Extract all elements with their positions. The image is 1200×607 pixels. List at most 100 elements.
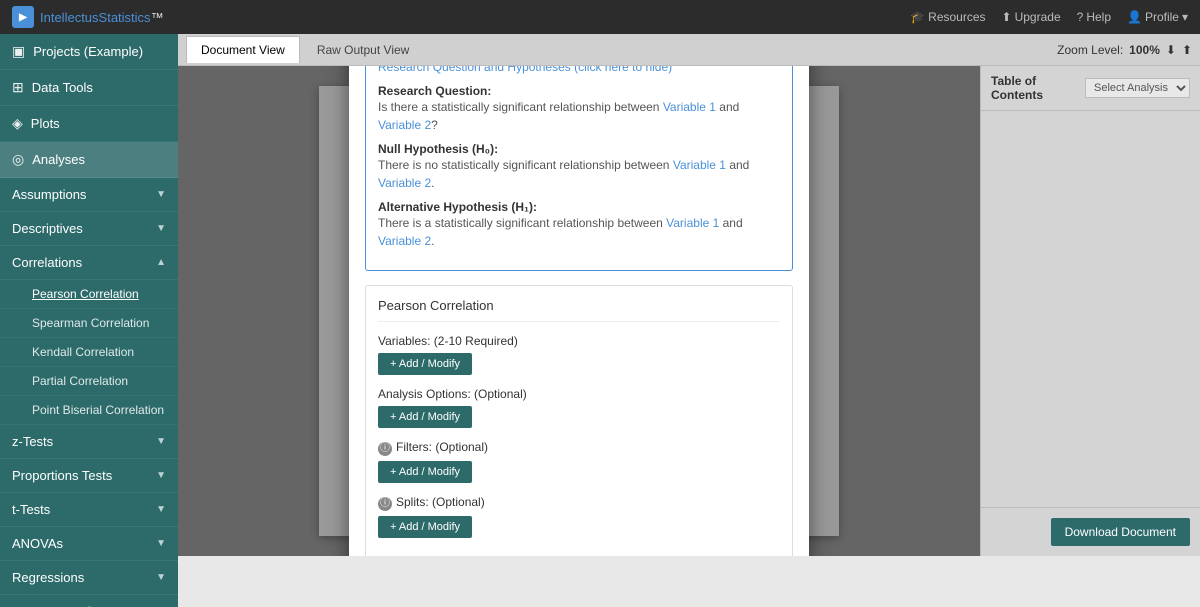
anovas-chevron: ▼ [156,538,166,549]
rq-toggle[interactable]: Research Question and Hypotheses (click … [378,66,780,74]
assumptions-chevron: ▼ [156,189,166,200]
sidebar-item-projects[interactable]: ▣ Projects (Example) [0,34,178,70]
modal-overlay: Pearson Correlation × Research Question … [178,66,980,556]
sidebar-item-nonparametrics[interactable]: Nonparametrics ▼ [0,595,178,607]
sidebar-item-plots-label: Plots [31,116,60,131]
right-panel: Table of Contents Select Analysis Downlo… [980,66,1200,556]
zoom-value: 100% [1129,43,1160,57]
topbar-right: 🎓 Resources ⬆ Upgrade ? Help 👤 Profile ▾ [910,10,1188,24]
sidebar-item-proportions-tests[interactable]: Proportions Tests ▼ [0,459,178,493]
correlations-label: Correlations [12,255,82,270]
correlations-chevron: ▲ [156,257,166,268]
variables-label: Variables: (2-10 Required) [378,334,780,348]
t-tests-chevron: ▼ [156,504,166,515]
table-of-contents-title: Table of Contents [991,74,1085,102]
descriptives-chevron: ▼ [156,223,166,234]
pearson-section-title: Pearson Correlation [378,298,780,322]
app-logo: ▶ IntellectusStatistics™ [12,6,164,28]
descriptives-label: Descriptives [12,221,83,236]
kendall-label: Kendall Correlation [32,345,134,359]
null-hypothesis-label: Null Hypothesis (H₀): [378,142,780,156]
proportions-tests-label: Proportions Tests [12,468,112,483]
sidebar-item-descriptives[interactable]: Descriptives ▼ [0,212,178,246]
sidebar-item-analyses[interactable]: ◎ Analyses [0,142,178,178]
analyses-icon: ◎ [12,151,24,168]
proportions-chevron: ▼ [156,470,166,481]
sidebar-item-projects-label: Projects (Example) [33,44,143,59]
z-tests-chevron: ▼ [156,436,166,447]
splits-label: ⓘSplits: (Optional) [378,495,780,511]
sidebar-item-z-tests[interactable]: z-Tests ▼ [0,425,178,459]
sidebar-item-assumptions[interactable]: Assumptions ▼ [0,178,178,212]
analysis-options-row: Analysis Options: (Optional) + Add / Mod… [378,387,780,428]
spearman-label: Spearman Correlation [32,316,149,330]
tab-document-view[interactable]: Document View [186,36,300,63]
regressions-label: Regressions [12,570,84,585]
partial-label: Partial Correlation [32,374,128,388]
variables-row: Variables: (2-10 Required) + Add / Modif… [378,334,780,375]
topbar: ▶ IntellectusStatistics™ 🎓 Resources ⬆ U… [0,0,1200,34]
alt-hypothesis-label: Alternative Hypothesis (H₁): [378,200,780,214]
analysis-options-add-modify-button[interactable]: + Add / Modify [378,406,472,428]
variables-add-modify-button[interactable]: + Add / Modify [378,353,472,375]
sidebar-item-pearson[interactable]: Pearson Correlation [0,280,178,309]
content-wrapper: Pearson Correlation × Research Question … [178,66,1200,556]
main-layout: ▣ Projects (Example) ⊞ Data Tools ◈ Plot… [0,34,1200,607]
logo-text: IntellectusStatistics™ [40,10,164,25]
filters-label: ⓘFilters: (Optional) [378,440,780,456]
logo-text-prefix: Intellectus [40,10,99,25]
sidebar-item-correlations[interactable]: Correlations ▲ [0,246,178,280]
pearson-label: Pearson Correlation [32,287,139,301]
pearson-options-section: Pearson Correlation Variables: (2-10 Req… [365,285,793,557]
filters-info-icon[interactable]: ⓘ [378,442,392,456]
sidebar-item-point-biserial[interactable]: Point Biserial Correlation [0,396,178,425]
content-area: Document View Raw Output View Zoom Level… [178,34,1200,607]
tab-raw-output-view[interactable]: Raw Output View [302,36,425,63]
sidebar-item-partial[interactable]: Partial Correlation [0,367,178,396]
analysis-select[interactable]: Select Analysis [1085,78,1190,98]
help-link[interactable]: ? Help [1077,10,1111,24]
research-question-label: Research Question: [378,84,780,98]
logo-text-suffix: Statistics [99,10,151,25]
zoom-decrease[interactable]: ⬇ [1166,43,1176,57]
research-question-block: Research Question: Is there a statistica… [378,84,780,134]
zoom-increase[interactable]: ⬆ [1182,43,1192,57]
modal-body: Research Question and Hypotheses (click … [349,66,809,556]
splits-info-icon[interactable]: ⓘ [378,497,392,511]
right-panel-header: Table of Contents Select Analysis [981,66,1200,111]
sidebar-item-spearman[interactable]: Spearman Correlation [0,309,178,338]
anovas-label: ANOVAs [12,536,63,551]
analysis-options-label: Analysis Options: (Optional) [378,387,780,401]
null-hypothesis-text: There is no statistically significant re… [378,156,780,192]
document-area: Pearson Correlation × Research Question … [178,66,980,556]
zoom-label: Zoom Level: [1057,43,1123,57]
sidebar-item-kendall[interactable]: Kendall Correlation [0,338,178,367]
sidebar-item-t-tests[interactable]: t-Tests ▼ [0,493,178,527]
alt-hypothesis-text: There is a statistically significant rel… [378,214,780,250]
splits-add-modify-button[interactable]: + Add / Modify [378,516,472,538]
sidebar-item-regressions[interactable]: Regressions ▼ [0,561,178,595]
download-document-button[interactable]: Download Document [1051,518,1190,546]
point-biserial-label: Point Biserial Correlation [32,403,164,417]
profile-link[interactable]: 👤 Profile ▾ [1127,10,1188,24]
filters-add-modify-button[interactable]: + Add / Modify [378,461,472,483]
null-hypothesis-block: Null Hypothesis (H₀): There is no statis… [378,142,780,192]
upgrade-link[interactable]: ⬆ Upgrade [1002,10,1061,24]
plots-icon: ◈ [12,115,23,132]
research-question-section: Research Question and Hypotheses (click … [365,66,793,271]
resources-link[interactable]: 🎓 Resources [910,10,985,24]
topbar-left: ▶ IntellectusStatistics™ [12,6,164,28]
assumptions-label: Assumptions [12,187,86,202]
right-panel-content [981,111,1200,507]
research-question-text: Is there a statistically significant rel… [378,98,780,134]
regressions-chevron: ▼ [156,572,166,583]
logo-icon: ▶ [12,6,34,28]
sidebar-item-data-tools[interactable]: ⊞ Data Tools [0,70,178,106]
zoom-bar: Zoom Level: 100% ⬇ ⬆ [1057,43,1192,57]
sidebar-item-anovas[interactable]: ANOVAs ▼ [0,527,178,561]
data-tools-icon: ⊞ [12,79,24,96]
alt-hypothesis-block: Alternative Hypothesis (H₁): There is a … [378,200,780,250]
pearson-correlation-modal: Pearson Correlation × Research Question … [349,66,809,556]
sidebar-item-plots[interactable]: ◈ Plots [0,106,178,142]
t-tests-label: t-Tests [12,502,50,517]
